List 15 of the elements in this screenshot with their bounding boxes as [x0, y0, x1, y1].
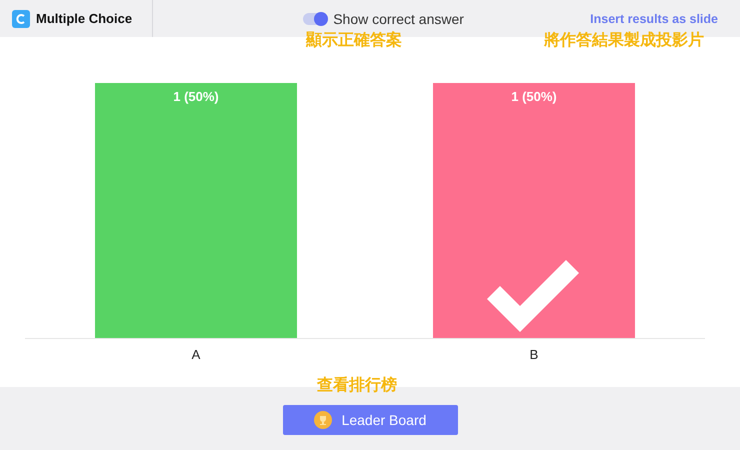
app-title: Multiple Choice — [36, 11, 132, 26]
annotation-caption: 將作答結果製成投影片 — [544, 30, 704, 51]
leader-board-button[interactable]: Leader Board — [282, 405, 458, 435]
show-answer-toggle[interactable] — [303, 12, 328, 24]
bar-value-label: 1 (50%) — [173, 89, 219, 104]
annotation-caption: 查看排行榜 — [317, 375, 397, 396]
checkmark-icon — [487, 260, 579, 332]
insert-slide-link[interactable]: Insert results as slide — [590, 12, 718, 26]
bar-value-label: 1 (50%) — [511, 89, 557, 104]
category-label: A — [192, 347, 200, 362]
trophy-icon — [314, 411, 332, 429]
app-logo-icon — [12, 10, 30, 28]
toggle-label: Show correct answer — [333, 10, 464, 26]
annotation-caption: 顯示正確答案 — [306, 30, 402, 51]
category-label: B — [530, 347, 538, 362]
